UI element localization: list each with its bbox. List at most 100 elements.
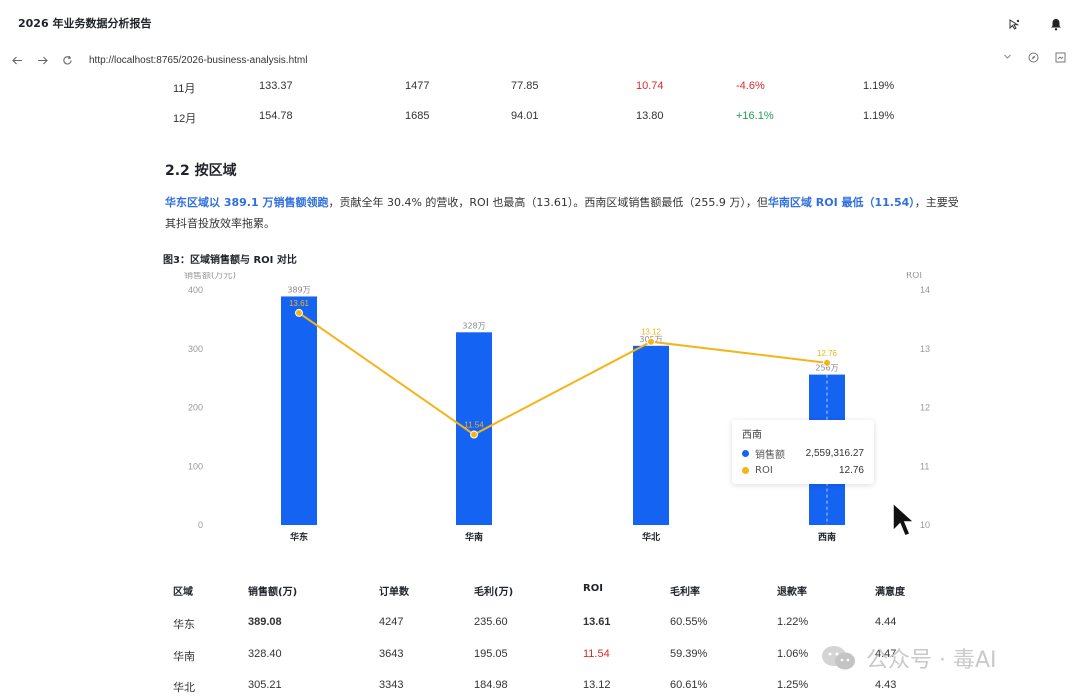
column-header: 毛利率	[670, 587, 700, 598]
roi-point	[295, 308, 303, 317]
satisfaction-cell: 4.43	[875, 679, 897, 691]
page-content: 11月 133.37 1477 77.85 10.74 -4.6% 1.19% …	[0, 74, 1080, 699]
y-right-tick-label: 14	[920, 285, 930, 295]
column-header: 满意度	[875, 587, 905, 598]
paragraph-text: ，贡献全年 30.4% 的营收，ROI 也最高（13.61）。西南区域销售额最低…	[328, 196, 768, 209]
figure-title: 图3：区域销售额与 ROI 对比	[163, 255, 297, 266]
refund-cell: 1.06%	[777, 648, 809, 660]
y-right-tick-label: 12	[920, 403, 930, 413]
sales-bar	[281, 296, 317, 525]
tooltip-label: ROI	[755, 465, 773, 476]
reload-icon[interactable]	[58, 51, 76, 69]
tooltip-label: 销售额	[755, 450, 785, 461]
forward-arrow-icon[interactable]	[33, 51, 51, 69]
roi-point	[647, 337, 655, 346]
y-left-tick-label: 100	[188, 461, 203, 471]
orders-cell: 4247	[379, 616, 404, 628]
margin-cell: 60.61%	[670, 679, 708, 691]
watermark: 公众号 · 毒AI	[820, 642, 997, 674]
roi-cell: 10.74	[636, 80, 664, 92]
refund-cell: 1.19%	[863, 80, 895, 92]
section-paragraph: 华东区域以 389.1 万销售额领跑，贡献全年 30.4% 的营收，ROI 也最…	[165, 192, 965, 234]
window-titlebar: 2026 年业务数据分析报告	[0, 0, 1080, 46]
region-cell: 华东	[173, 619, 195, 631]
bar-value-label: 328万	[462, 321, 485, 330]
series-dot-icon	[742, 467, 749, 474]
tooltip-title: 西南	[742, 430, 762, 441]
compass-icon[interactable]	[1028, 52, 1039, 66]
satisfaction-cell: 4.44	[875, 616, 897, 628]
column-header: 退款率	[777, 587, 807, 598]
refund-cell: 1.22%	[777, 616, 809, 628]
region-sales-roi-chart[interactable]: 销售额(万元) ROI 0 100 200 300 400 10 11 12 13 14 389万 328…	[0, 272, 1080, 552]
table-row: 11月 133.37 1477 77.85 10.74 -4.6% 1.19%	[0, 78, 1080, 98]
tooltip-row-roi: ROI 12.76	[742, 462, 864, 479]
roi-value-label: 11.54	[464, 421, 484, 430]
roi-cell: 13.12	[583, 679, 611, 691]
tooltip-value: 2,559,316.27	[805, 448, 864, 459]
chart-tooltip: 西南 销售额 2,559,316.27 ROI 12.76	[732, 420, 874, 484]
window-title: 2026 年业务数据分析报告	[18, 17, 152, 30]
column-header: 毛利(万)	[474, 587, 514, 598]
sales-cell: 154.78	[259, 110, 293, 122]
sales-cell: 305.21	[248, 679, 282, 691]
roi-cell: 11.54	[583, 648, 610, 660]
roi-line	[298, 312, 828, 436]
y-left-tick-label: 200	[188, 403, 203, 413]
sales-cell: 328.40	[248, 648, 282, 660]
back-arrow-icon[interactable]	[8, 51, 26, 69]
y-left-tick-label: 300	[188, 344, 203, 354]
column-header: 销售额(万)	[248, 587, 298, 598]
chevron-down-icon[interactable]	[1003, 52, 1012, 66]
highlight-text: 华东区域以 389.1 万销售额领跑	[165, 196, 329, 209]
roi-point	[470, 430, 478, 439]
column-header: ROI	[583, 583, 603, 594]
y-right-tick-label: 10	[920, 520, 930, 530]
roi-cell: 13.80	[636, 110, 664, 122]
mouse-pointer-icon	[892, 501, 916, 537]
highlight-text: 华南区域 ROI 最低（11.54）	[767, 196, 915, 209]
x-category-label: 华北	[642, 531, 660, 543]
orders-cell: 3343	[379, 679, 404, 691]
column-header: 订单数	[379, 587, 409, 598]
url-field[interactable]: http://localhost:8765/2026-business-anal…	[89, 55, 307, 66]
margin-cell: 60.55%	[670, 616, 708, 628]
margin-cell: 59.39%	[670, 648, 708, 660]
roi-point	[823, 358, 831, 367]
wechat-logo-icon	[822, 646, 855, 670]
refund-cell: 1.19%	[863, 110, 895, 122]
roi-value-label: 13.61	[289, 299, 310, 308]
x-category-label: 华南	[465, 531, 483, 543]
profit-cell: 195.05	[474, 648, 508, 660]
profit-cell: 235.60	[474, 616, 508, 628]
table-header-row: 区域 销售额(万) 订单数 毛利(万) ROI 毛利率 退款率 满意度	[0, 583, 1080, 603]
orders-cell: 3643	[379, 648, 404, 660]
screenshot-icon[interactable]	[1055, 52, 1066, 66]
cursor-settings-icon[interactable]	[1006, 16, 1022, 32]
region-cell: 华北	[173, 682, 195, 694]
month-cell: 12月	[173, 113, 197, 125]
column-header: 区域	[173, 587, 193, 598]
roi-value-label: 12.76	[817, 349, 838, 358]
series-dot-icon	[742, 450, 749, 457]
address-bar: http://localhost:8765/2026-business-anal…	[0, 46, 1080, 74]
profit-cell: 77.85	[511, 80, 539, 92]
tooltip-row-sales: 销售额 2,559,316.27	[742, 445, 864, 462]
y-left-tick-label: 0	[198, 520, 203, 530]
month-cell: 11月	[173, 83, 196, 95]
table-row: 12月 154.78 1685 94.01 13.80 +16.1% 1.19%	[0, 108, 1080, 128]
y-right-axis-title: ROI	[906, 272, 922, 281]
sales-bar	[633, 345, 669, 525]
y-right-tick-label: 13	[920, 344, 930, 354]
orders-cell: 1685	[405, 110, 430, 122]
profit-cell: 184.98	[474, 679, 508, 691]
tooltip-value: 12.76	[838, 465, 864, 476]
x-category-label: 西南	[818, 531, 836, 543]
table-row: 华北 305.21 3343 184.98 13.12 60.61% 1.25%…	[0, 679, 1080, 699]
roi-cell: 13.61	[583, 616, 611, 628]
mom-cell: +16.1%	[736, 110, 774, 122]
bell-icon[interactable]	[1048, 16, 1064, 32]
x-category-label: 华东	[290, 531, 308, 543]
bar-value-label: 389万	[287, 285, 310, 294]
profit-cell: 94.01	[511, 110, 539, 122]
